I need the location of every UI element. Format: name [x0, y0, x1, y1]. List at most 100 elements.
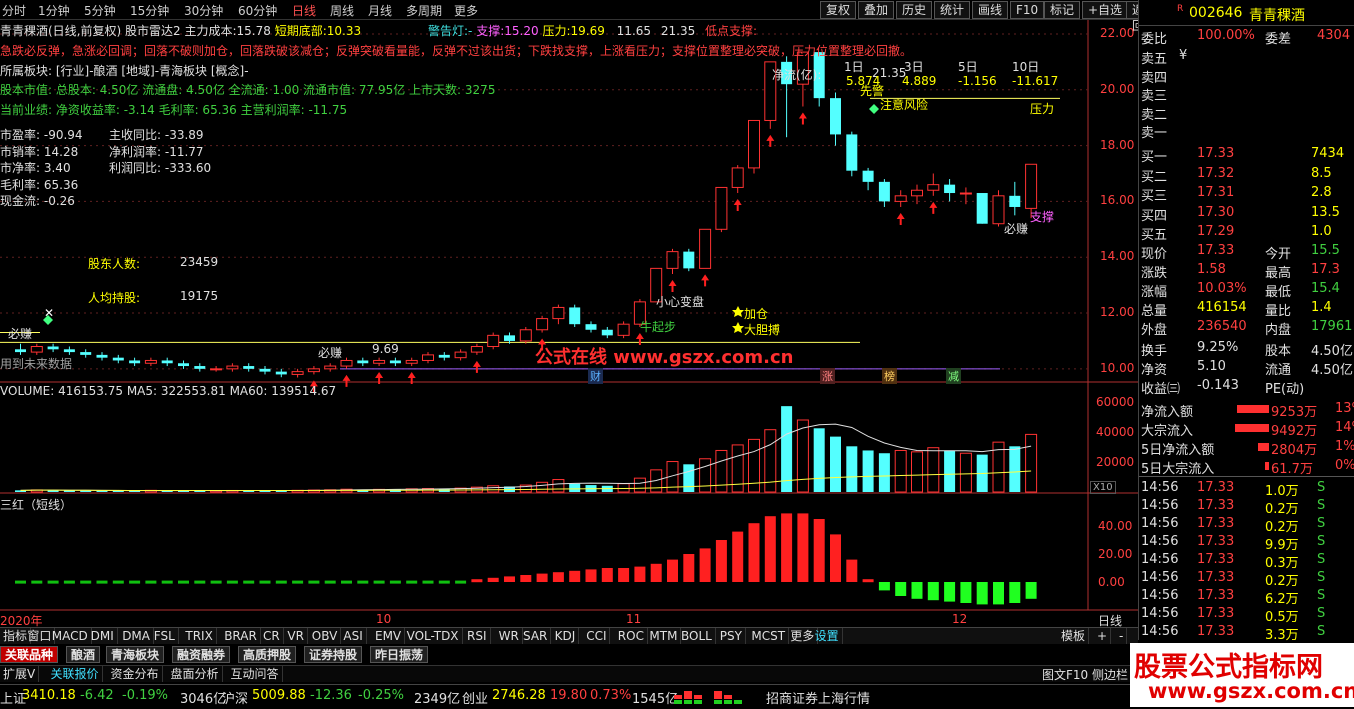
- toolbar-button-1[interactable]: 叠加: [858, 1, 895, 19]
- toolbar-button-4[interactable]: 画线: [972, 1, 1009, 19]
- volume-bar: [944, 450, 956, 492]
- toolbar-button-6[interactable]: 标记: [1044, 1, 1081, 19]
- sanhong-bar: [112, 580, 124, 584]
- risk-label: 注意风险: [880, 98, 929, 112]
- indicator-tab-10[interactable]: OBV: [309, 628, 342, 644]
- sz-change: -12.36: [310, 688, 352, 703]
- period-10[interactable]: 更多: [454, 2, 478, 19]
- info-tab-2[interactable]: 资金分布: [108, 666, 163, 682]
- sanhong-bar: [389, 580, 401, 584]
- category-tab-5[interactable]: 证券持股: [304, 646, 363, 663]
- period-7[interactable]: 周线: [330, 2, 354, 19]
- indicator-tab-3[interactable]: DMI: [88, 628, 118, 644]
- period-5[interactable]: 60分钟: [238, 2, 277, 19]
- toolbar-button-7[interactable]: +自选: [1082, 1, 1129, 19]
- event-zhang[interactable]: 涨: [820, 368, 835, 384]
- price-tick: 12.00: [1100, 305, 1135, 320]
- category-tab-4[interactable]: 高质押股: [238, 646, 297, 663]
- indicator-tab-12[interactable]: EMV: [372, 628, 406, 644]
- indicator-tab-5[interactable]: FSL: [151, 628, 179, 644]
- indicator-tab-20[interactable]: MTM: [646, 628, 682, 644]
- event-cai[interactable]: 财: [588, 368, 603, 384]
- ask-row: 卖四: [1139, 66, 1354, 86]
- indicator-tab-19[interactable]: ROC: [615, 628, 648, 644]
- buy-arrow-icon: [733, 199, 742, 212]
- tick-row-cell: S: [1317, 606, 1326, 621]
- tick-row-cell: S: [1317, 624, 1326, 639]
- indicator-tab-14[interactable]: RSI: [464, 628, 491, 644]
- indicator-tab-2[interactable]: MACD: [49, 628, 92, 644]
- sanhong-bar: [732, 531, 744, 582]
- toolbar-button-2[interactable]: 历史: [896, 1, 933, 19]
- category-tab-2[interactable]: 青海板块: [106, 646, 165, 663]
- bimian-label-2: 必赚: [318, 346, 343, 360]
- indicator-tab-22[interactable]: PSY: [717, 628, 746, 644]
- candle-body: [243, 366, 255, 369]
- quote-row-cell: 涨幅: [1141, 285, 1168, 300]
- template-button-0[interactable]: 模板: [1058, 628, 1090, 644]
- info-tab-3[interactable]: 盘面分析: [168, 666, 223, 682]
- indicator-tab-23[interactable]: MCST: [748, 628, 790, 644]
- volume-bar: [748, 438, 760, 493]
- indicator-tab-7[interactable]: BRAR: [221, 628, 261, 644]
- indicator-tab-11[interactable]: ASI: [340, 628, 367, 644]
- toolbar-button-5[interactable]: F10: [1010, 1, 1045, 19]
- volume-x10[interactable]: X10: [1090, 481, 1116, 494]
- indicator-tab-6[interactable]: TRIX: [182, 628, 217, 644]
- toolbar-button-3[interactable]: 统计: [934, 1, 971, 19]
- indicator-tab-8[interactable]: CR: [260, 628, 284, 644]
- period-8[interactable]: 月线: [368, 2, 392, 19]
- indicator-tab-25[interactable]: 设置: [812, 628, 843, 644]
- event-bang[interactable]: 榜: [882, 368, 897, 384]
- indicator-tab-18[interactable]: CCI: [583, 628, 611, 644]
- category-tab-6[interactable]: 昨日振荡: [370, 646, 429, 663]
- tick-row: 14:56 17.33 0.3万 S: [1139, 551, 1354, 571]
- period-0[interactable]: 分时: [2, 2, 26, 19]
- volume-bar: [796, 419, 809, 493]
- star-icon: [732, 322, 744, 333]
- sanhong-tick: 0.00: [1098, 575, 1125, 589]
- candle-body: [487, 334, 500, 348]
- quote-row: 总量 416154 量比 1.4: [1139, 299, 1354, 319]
- period-4[interactable]: 30分钟: [184, 2, 223, 19]
- template-button-2[interactable]: -: [1116, 628, 1128, 644]
- indicator-tabs: 指标 窗口 MACD DMI DMA FSL TRIX BRAR CR VR OBV ASI EMV VO…: [0, 627, 1138, 644]
- indicator-tab-4[interactable]: DMA: [119, 628, 154, 644]
- f10-sidebar-button[interactable]: 图文F10 侧边栏: [1042, 666, 1128, 683]
- quote-row-cell: 外盘: [1141, 323, 1168, 338]
- indicator-tab-17[interactable]: KDJ: [552, 628, 580, 644]
- toolbar-button-0[interactable]: 复权: [820, 1, 857, 19]
- quote-row-cell: 量比: [1265, 304, 1292, 319]
- category-tab-3[interactable]: 融资融券: [172, 646, 231, 663]
- volume-tick: 40000: [1096, 425, 1135, 439]
- template-button-1[interactable]: +: [1094, 628, 1112, 644]
- indicator-tab-16[interactable]: SAR: [520, 628, 552, 644]
- chart-title: 青青稞酒(日线,前复权) 股市雷达2 主力成本:15.78 短期底部:10.33: [0, 24, 362, 38]
- volume-bar: [911, 451, 923, 493]
- watermark-text: 公式在线 www.gszx.com.cn: [535, 347, 794, 368]
- info-tab-4[interactable]: 互动问答: [228, 666, 283, 682]
- info-tab-1[interactable]: 关联报价: [48, 666, 103, 682]
- indicator-tab-21[interactable]: BOLL: [678, 628, 716, 644]
- period-2[interactable]: 5分钟: [84, 2, 116, 19]
- period-9[interactable]: 多周期: [406, 2, 442, 19]
- period-6[interactable]: 日线: [292, 2, 316, 19]
- period-1[interactable]: 1分钟: [38, 2, 70, 19]
- period-3[interactable]: 15分钟: [130, 2, 169, 19]
- sanhong-bar: [15, 580, 26, 584]
- sanhong-bar: [830, 534, 841, 582]
- candle-body: [389, 360, 401, 364]
- category-tab-0[interactable]: 关联品种: [0, 646, 59, 663]
- site-watermark: 股票公式指标网 www.gszx.com.cn: [1130, 643, 1354, 707]
- sanhong-bar: [438, 580, 450, 584]
- category-tab-1[interactable]: 酿酒: [66, 646, 101, 663]
- event-jian[interactable]: 减: [946, 368, 961, 384]
- quote2-row-cell: -0.143: [1197, 378, 1239, 393]
- indicator-tab-13[interactable]: VOL-TDX: [404, 628, 463, 644]
- holders-value-1: 23459: [180, 255, 219, 269]
- indicator-tab-9[interactable]: VR: [284, 628, 308, 644]
- tick-row: 14:56 17.33 3.3万 S: [1139, 623, 1354, 643]
- sanhong-bar: [634, 566, 646, 582]
- info-tab-0[interactable]: 扩展V: [0, 666, 40, 682]
- indicator-tab-15[interactable]: WR: [496, 628, 523, 644]
